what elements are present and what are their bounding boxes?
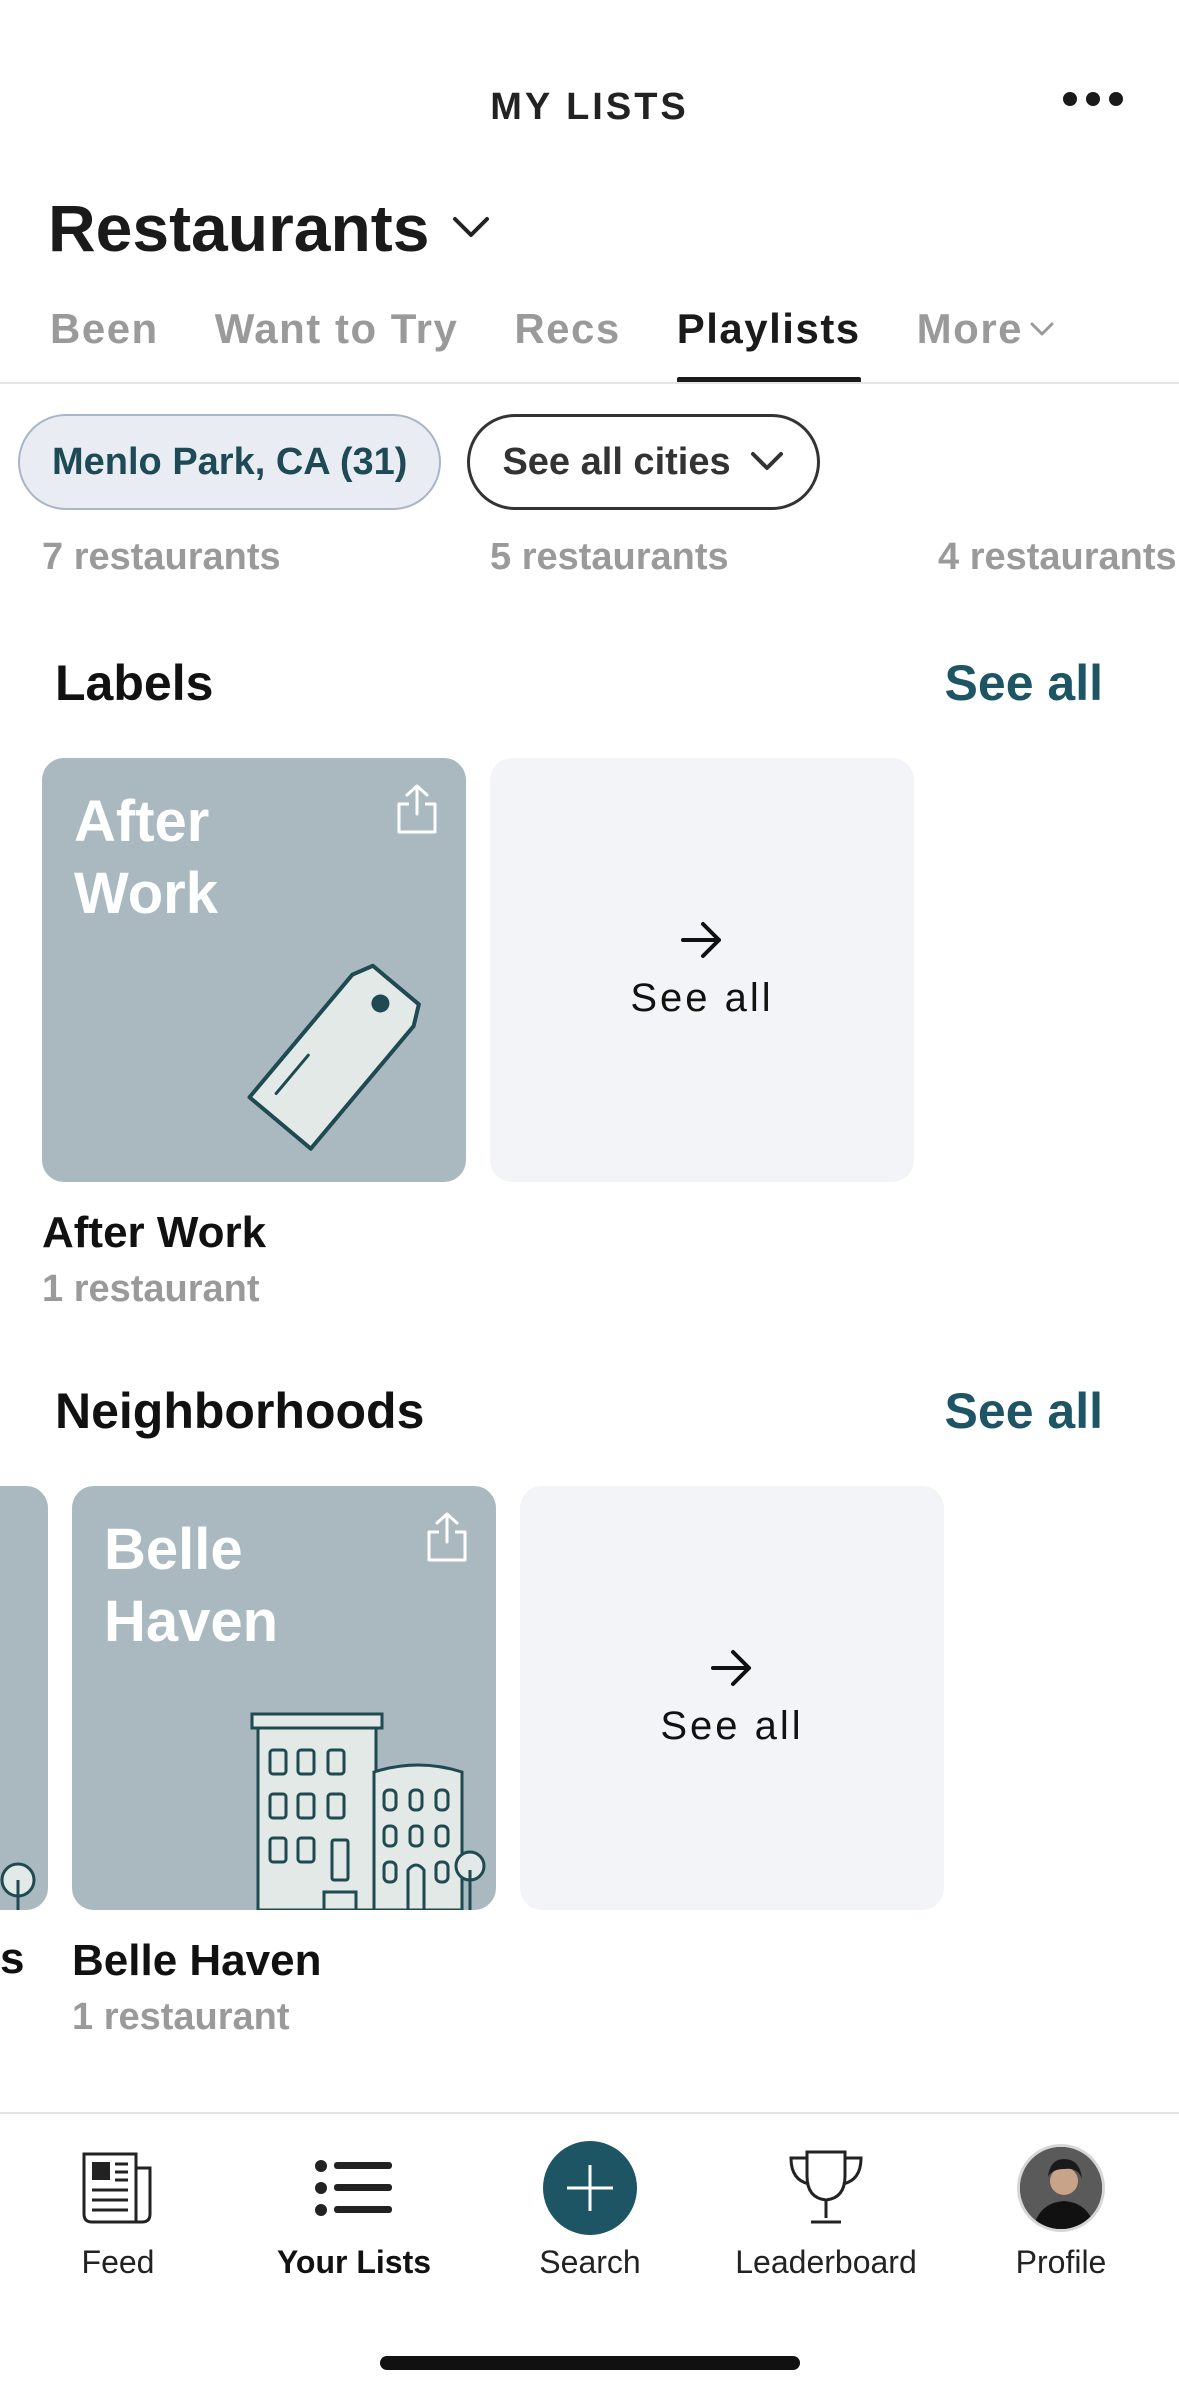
labels-section-header: Labels See all: [55, 654, 1103, 712]
newspaper-icon: [78, 2138, 158, 2238]
playlist-count: 4 restaurants: [938, 536, 1177, 578]
nav-leaderboard[interactable]: Leaderboard: [708, 2114, 944, 2281]
home-indicator: [380, 2356, 800, 2370]
label-card-after-work[interactable]: After Work: [42, 758, 466, 1182]
search-button-wrap: [543, 2138, 637, 2238]
share-icon[interactable]: [394, 782, 440, 841]
bottom-nav: Feed Your Lists Search Leaderboard Profi…: [0, 2114, 1179, 2284]
list-icon: [314, 2138, 394, 2238]
nav-label: Leaderboard: [735, 2244, 917, 2280]
section-title: Labels: [55, 655, 214, 711]
neighborhoods-see-all-link[interactable]: See all: [945, 1382, 1103, 1440]
list-tabs: Been Want to Try Recs Playlists More: [50, 305, 1179, 383]
tabs-divider: [0, 382, 1179, 384]
neighborhoods-see-all-card[interactable]: See all: [520, 1486, 944, 1910]
neighborhood-card-partial[interactable]: [0, 1486, 48, 1910]
card-caption: After Work: [42, 1208, 267, 1257]
nav-feed[interactable]: Feed: [0, 2114, 236, 2281]
more-options-icon[interactable]: [1063, 92, 1123, 106]
tab-recs[interactable]: Recs: [514, 305, 620, 383]
card-caption: Belle Haven: [72, 1936, 322, 1985]
tab-more[interactable]: More: [917, 305, 1055, 383]
card-title-line: Work: [74, 861, 218, 926]
tab-playlists[interactable]: Playlists: [676, 305, 861, 383]
nav-label: Profile: [1015, 2244, 1107, 2280]
avatar-wrap: [1017, 2138, 1105, 2238]
page-title: MY LISTS: [490, 86, 689, 128]
card-title-line: Belle: [104, 1517, 243, 1582]
plus-icon: [543, 2141, 637, 2235]
nav-label: Feed: [81, 2244, 155, 2280]
arrow-right-icon: [711, 1649, 751, 1686]
list-selector[interactable]: Restaurants: [48, 190, 491, 266]
trophy-icon: [785, 2138, 867, 2238]
city-filters: Menlo Park, CA (31) See all cities: [18, 414, 820, 510]
card-count: 1 restaurant: [42, 1268, 260, 1310]
card-title: After Work: [74, 786, 218, 930]
card-title: Belle Haven: [104, 1514, 278, 1658]
chevron-down-icon: [1030, 322, 1054, 336]
my-lists-screen: MY LISTS Restaurants Been Want to Try Re…: [0, 0, 1179, 2396]
tree-icon: [0, 1862, 36, 1910]
tab-want-to-try[interactable]: Want to Try: [215, 305, 459, 383]
card-caption-partial: s: [0, 1934, 25, 1983]
labels-see-all-link[interactable]: See all: [945, 654, 1103, 712]
playlist-count: 5 restaurants: [490, 536, 729, 578]
card-title-line: Haven: [104, 1589, 279, 1654]
city-chip[interactable]: Menlo Park, CA (31): [18, 414, 442, 510]
tab-more-label: More: [916, 305, 1024, 352]
all-cities-chip[interactable]: See all cities: [467, 414, 820, 510]
playlist-counts-row: 7 restaurants 5 restaurants 4 restaurant…: [42, 536, 1179, 586]
chevron-down-icon: [750, 452, 783, 470]
nav-label: Search: [539, 2244, 641, 2280]
nav-label: Your Lists: [276, 2244, 432, 2280]
all-cities-label: See all cities: [502, 440, 731, 483]
neighborhoods-section-header: Neighborhoods See all: [55, 1382, 1103, 1440]
tab-been[interactable]: Been: [50, 305, 159, 383]
nav-profile[interactable]: Profile: [943, 2114, 1179, 2281]
avatar: [1017, 2144, 1105, 2232]
card-title-line: After: [74, 789, 210, 854]
playlist-count: 7 restaurants: [42, 536, 281, 578]
chevron-down-icon: [451, 215, 491, 241]
list-title: Restaurants: [48, 191, 430, 265]
neighborhood-card-belle-haven[interactable]: Belle Haven: [72, 1486, 496, 1910]
tag-icon: [238, 954, 438, 1159]
arrow-right-icon: [681, 921, 721, 958]
nav-your-lists[interactable]: Your Lists: [236, 2114, 472, 2281]
see-all-card-label: See all: [630, 975, 774, 1020]
see-all-card-label: See all: [660, 1703, 804, 1748]
share-icon[interactable]: [424, 1510, 470, 1569]
buildings-icon: [248, 1710, 488, 1910]
labels-see-all-card[interactable]: See all: [490, 758, 914, 1182]
card-count: 1 restaurant: [72, 1996, 290, 2038]
section-title: Neighborhoods: [55, 1383, 425, 1439]
nav-search[interactable]: Search: [472, 2114, 708, 2281]
